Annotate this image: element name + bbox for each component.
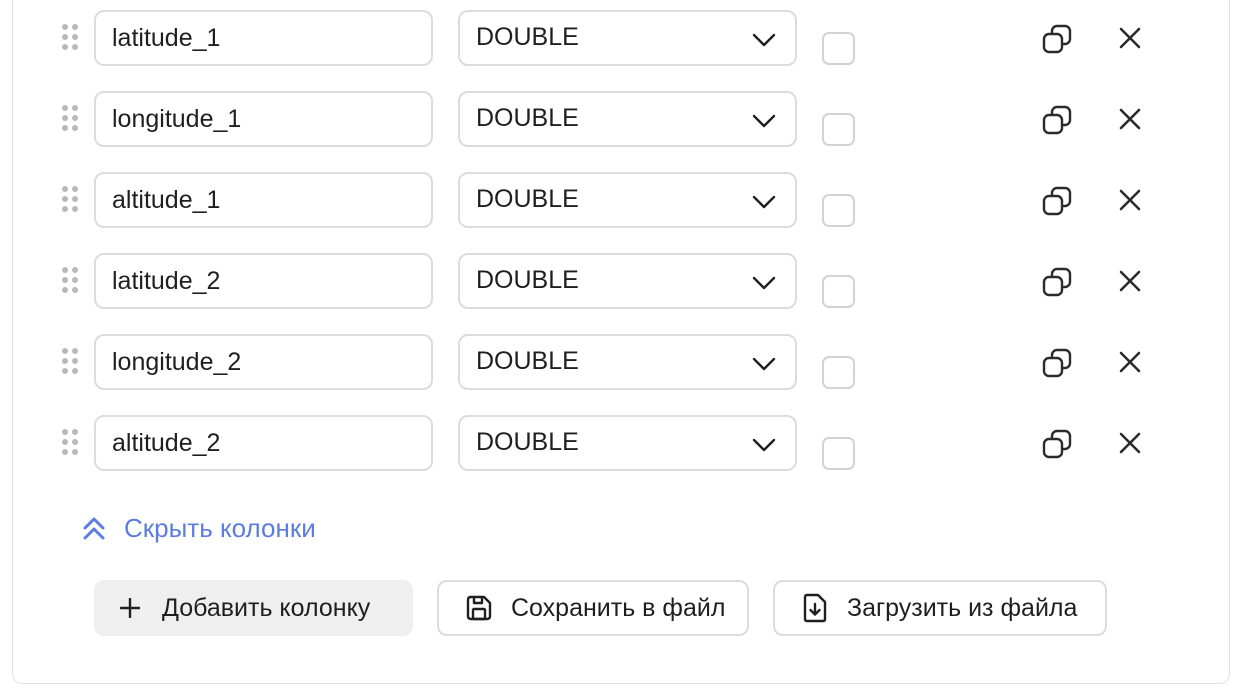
- column-checkbox[interactable]: [822, 356, 855, 389]
- column-type-value: DOUBLE: [476, 185, 579, 213]
- save-to-file-button[interactable]: Сохранить в файл: [437, 580, 749, 636]
- load-from-file-label: Загрузить из файла: [847, 593, 1078, 622]
- column-type-value: DOUBLE: [476, 428, 579, 456]
- duplicate-icon[interactable]: [1040, 103, 1074, 137]
- duplicate-icon[interactable]: [1040, 265, 1074, 299]
- drag-handle-icon[interactable]: [62, 267, 78, 295]
- drag-handle-icon[interactable]: [62, 186, 78, 214]
- save-to-file-label: Сохранить в файл: [511, 593, 726, 622]
- chevron-down-icon: [752, 276, 776, 290]
- column-type-select[interactable]: DOUBLE: [458, 91, 797, 147]
- load-from-file-button[interactable]: Загрузить из файла: [773, 580, 1107, 636]
- column-checkbox[interactable]: [822, 275, 855, 308]
- column-checkbox[interactable]: [822, 194, 855, 227]
- close-icon[interactable]: [1114, 427, 1146, 459]
- column-row: latitude_1 DOUBLE: [0, 10, 1244, 66]
- column-row: longitude_2 DOUBLE: [0, 334, 1244, 390]
- column-checkbox[interactable]: [822, 437, 855, 470]
- column-type-value: DOUBLE: [476, 23, 579, 51]
- column-type-select[interactable]: DOUBLE: [458, 253, 797, 309]
- column-row: latitude_2 DOUBLE: [0, 253, 1244, 309]
- column-checkbox[interactable]: [822, 32, 855, 65]
- column-row: longitude_1 DOUBLE: [0, 91, 1244, 147]
- column-checkbox[interactable]: [822, 113, 855, 146]
- close-icon[interactable]: [1114, 103, 1146, 135]
- column-name-input[interactable]: altitude_2: [94, 415, 433, 471]
- hide-columns-label: Скрыть колонки: [124, 512, 316, 543]
- drag-handle-icon[interactable]: [62, 429, 78, 457]
- column-type-select[interactable]: DOUBLE: [458, 172, 797, 228]
- column-name-input[interactable]: latitude_1: [94, 10, 433, 66]
- chevron-down-icon: [752, 33, 776, 47]
- plus-icon: [120, 598, 140, 618]
- close-icon[interactable]: [1114, 265, 1146, 297]
- column-type-select[interactable]: DOUBLE: [458, 334, 797, 390]
- close-icon[interactable]: [1114, 22, 1146, 54]
- file-download-icon: [803, 593, 827, 623]
- duplicate-icon[interactable]: [1040, 184, 1074, 218]
- chevron-down-icon: [752, 195, 776, 209]
- column-row: altitude_2 DOUBLE: [0, 415, 1244, 471]
- save-icon: [466, 595, 492, 621]
- column-type-select[interactable]: DOUBLE: [458, 10, 797, 66]
- chevron-down-icon: [752, 438, 776, 452]
- column-name-input[interactable]: latitude_2: [94, 253, 433, 309]
- column-name-input[interactable]: longitude_2: [94, 334, 433, 390]
- column-name-input[interactable]: longitude_1: [94, 91, 433, 147]
- duplicate-icon[interactable]: [1040, 346, 1074, 380]
- drag-handle-icon[interactable]: [62, 348, 78, 376]
- column-type-value: DOUBLE: [476, 104, 579, 132]
- column-type-value: DOUBLE: [476, 266, 579, 294]
- drag-handle-icon[interactable]: [62, 24, 78, 52]
- hide-columns-link[interactable]: Скрыть колонки: [80, 508, 316, 548]
- column-type-select[interactable]: DOUBLE: [458, 415, 797, 471]
- add-column-label: Добавить колонку: [162, 593, 371, 622]
- duplicate-icon[interactable]: [1040, 427, 1074, 461]
- close-icon[interactable]: [1114, 346, 1146, 378]
- column-row: altitude_1 DOUBLE: [0, 172, 1244, 228]
- column-type-value: DOUBLE: [476, 347, 579, 375]
- duplicate-icon[interactable]: [1040, 22, 1074, 56]
- column-name-input[interactable]: altitude_1: [94, 172, 433, 228]
- chevron-down-icon: [752, 357, 776, 371]
- add-column-button[interactable]: Добавить колонку: [94, 580, 413, 636]
- chevron-down-icon: [752, 114, 776, 128]
- double-chevron-up-icon: [83, 517, 105, 540]
- close-icon[interactable]: [1114, 184, 1146, 216]
- drag-handle-icon[interactable]: [62, 105, 78, 133]
